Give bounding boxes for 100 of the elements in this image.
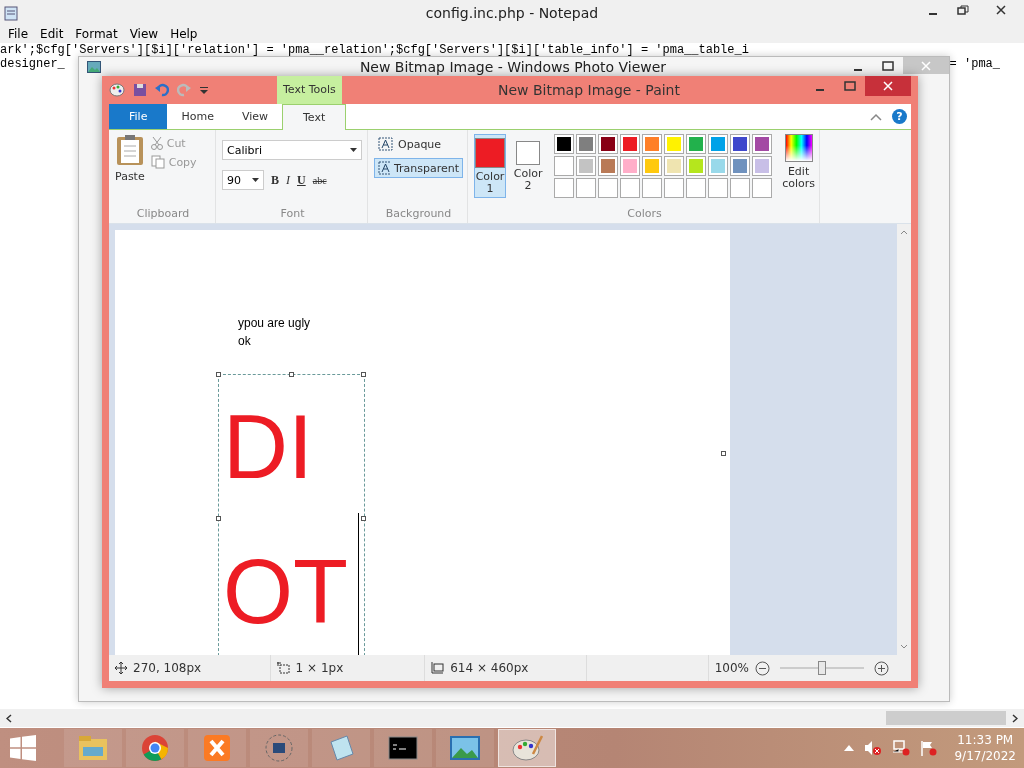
scroll-up-icon[interactable] <box>900 230 908 235</box>
scroll-down-icon[interactable] <box>900 644 908 649</box>
palette-swatch[interactable] <box>642 134 663 154</box>
palette-swatch[interactable] <box>554 134 575 154</box>
palette-swatch[interactable] <box>598 134 619 154</box>
menu-item[interactable]: View <box>123 25 165 43</box>
underline-button[interactable]: U <box>297 172 306 188</box>
menu-item[interactable]: Format <box>69 25 124 43</box>
zoom-out-icon[interactable] <box>755 660 770 676</box>
background-option[interactable]: Opaque <box>374 134 463 154</box>
background-option[interactable]: Transparent <box>374 158 463 178</box>
resize-handle[interactable] <box>361 516 366 521</box>
clipboard-icon <box>115 134 144 166</box>
canvas-text: OT <box>222 541 348 644</box>
canvas-text: ok <box>238 333 252 350</box>
volume-muted-icon[interactable] <box>864 740 883 756</box>
group-label: Font <box>279 207 306 222</box>
photo-icon <box>449 735 481 761</box>
code-line: designer_ <box>0 57 65 71</box>
palette-swatch[interactable] <box>708 156 729 176</box>
photo-icon <box>87 60 101 73</box>
ribbon-tab[interactable]: Text <box>282 104 347 131</box>
color-slot-button[interactable]: Color 1 <box>474 134 507 198</box>
palette-swatch[interactable] <box>576 134 597 154</box>
minimize-icon <box>816 89 824 91</box>
palette-swatch[interactable] <box>730 156 751 176</box>
horizontal-scrollbar[interactable] <box>0 709 1024 727</box>
italic-button[interactable]: I <box>286 172 290 188</box>
taskbar-app-button[interactable] <box>250 729 308 767</box>
canvas-text: ypou are ugly <box>238 315 311 332</box>
palette-swatch[interactable] <box>664 156 685 176</box>
copy-icon <box>150 155 165 169</box>
menu-item[interactable]: File <box>2 25 35 43</box>
ribbon-tab[interactable]: File <box>109 104 168 129</box>
notepad-icon <box>327 734 355 762</box>
caret-icon <box>252 178 259 182</box>
palette-swatch[interactable] <box>620 156 641 176</box>
network-icon[interactable] <box>892 740 911 756</box>
palette-swatch[interactable] <box>554 156 575 176</box>
image-size-icon <box>431 662 445 674</box>
dropdown-icon[interactable] <box>199 85 209 95</box>
palette-swatch[interactable] <box>620 134 641 154</box>
resize-handle[interactable] <box>216 372 221 377</box>
taskbar-app-button[interactable] <box>374 729 432 767</box>
window-title: config.inc.php - Notepad <box>425 4 599 21</box>
ribbon-tab[interactable]: View <box>227 104 282 129</box>
palette-swatch[interactable] <box>576 156 597 176</box>
flag-icon[interactable] <box>920 740 939 756</box>
windows-start-icon[interactable] <box>10 735 36 761</box>
palette-swatch[interactable] <box>730 134 751 154</box>
ribbon-tab[interactable]: Home <box>167 104 228 129</box>
save-icon[interactable] <box>133 83 147 97</box>
group-label: Clipboard <box>135 207 191 222</box>
font-family-dropdown[interactable]: Calibri <box>222 140 362 160</box>
canvas-text: DI <box>222 396 313 499</box>
palette-swatch[interactable] <box>598 156 619 176</box>
palette-swatch[interactable] <box>686 134 707 154</box>
maximize-icon <box>844 81 856 91</box>
zoom-in-icon[interactable] <box>874 660 889 676</box>
zoom-percent: 100% <box>714 661 749 675</box>
context-tab-label: Text Tools <box>277 76 342 104</box>
text-frame-icon <box>378 137 394 151</box>
paste-button[interactable]: Paste <box>115 134 145 207</box>
image-size: 614 × 460px <box>450 661 529 675</box>
scroll-left-icon[interactable] <box>6 713 12 723</box>
palette-swatch[interactable] <box>708 134 729 154</box>
font-size-dropdown[interactable]: 90 <box>222 170 264 190</box>
palette-icon <box>511 734 543 762</box>
show-hidden-icons-icon[interactable] <box>844 745 855 751</box>
strikethrough-button[interactable]: abc <box>312 174 327 186</box>
palette-swatch[interactable] <box>664 134 685 154</box>
text-frame-icon <box>378 161 390 175</box>
palette-swatch[interactable] <box>752 156 773 176</box>
resize-handle[interactable] <box>361 372 366 377</box>
caret-icon <box>350 148 357 152</box>
palette-swatch[interactable] <box>686 156 707 176</box>
chrome-icon <box>141 734 169 762</box>
scroll-right-icon[interactable] <box>1012 713 1018 723</box>
palette-swatch[interactable] <box>642 156 663 176</box>
menu-item[interactable]: Help <box>164 25 204 43</box>
undo-icon[interactable] <box>155 83 169 97</box>
resize-handle[interactable] <box>289 372 294 377</box>
color-slot-button[interactable]: Color 2 <box>512 134 545 198</box>
vertical-scrollbar[interactable] <box>897 224 911 655</box>
palette-icon <box>109 83 125 97</box>
palette-swatch[interactable] <box>752 134 773 154</box>
close-icon <box>883 81 893 91</box>
collapse-ribbon-icon[interactable] <box>870 112 882 121</box>
maximize-icon <box>882 60 894 71</box>
menu-item[interactable]: Edit <box>34 25 70 43</box>
resize-handle[interactable] <box>721 451 726 456</box>
edit-colors-button[interactable]: Edit colors <box>782 134 815 207</box>
window-title: New Bitmap Image - Windows Photo Viewer <box>359 58 667 75</box>
bold-button[interactable]: B <box>271 172 279 188</box>
scissors-icon <box>150 136 163 150</box>
resize-handle[interactable] <box>216 516 221 521</box>
cursor-position: 270, 108px <box>133 661 202 675</box>
help-button[interactable]: ? <box>892 109 907 124</box>
disc-icon <box>265 734 293 762</box>
code-line: = 'pma_ <box>949 57 1000 71</box>
